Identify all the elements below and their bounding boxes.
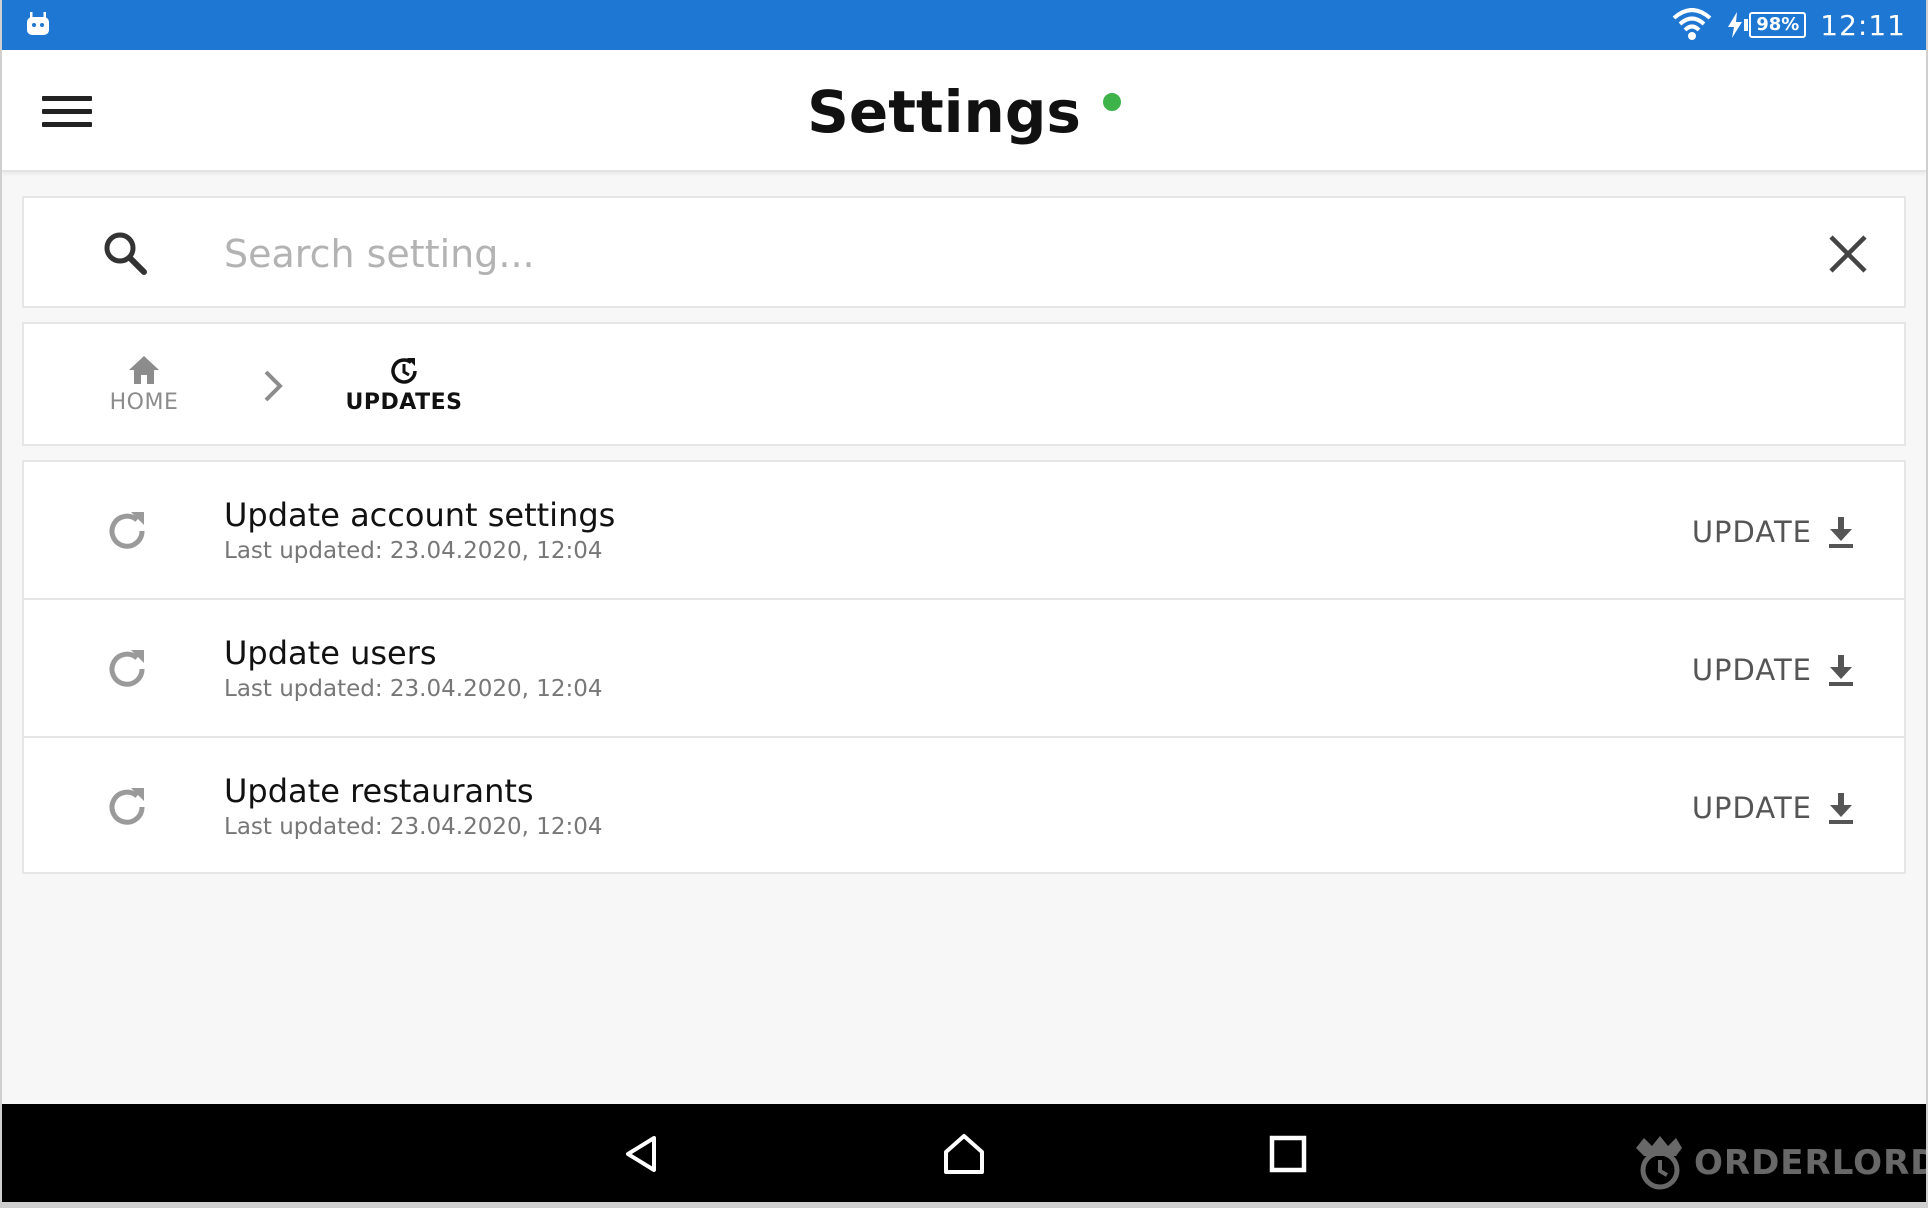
back-icon[interactable] xyxy=(620,1132,664,1176)
breadcrumb-updates[interactable]: UPDATES xyxy=(324,354,484,415)
update-button-label: UPDATE xyxy=(1691,653,1812,687)
refresh-icon xyxy=(109,650,145,687)
home-nav-icon[interactable] xyxy=(942,1132,986,1176)
update-timestamp: Last updated: 23.04.2020, 12:04 xyxy=(224,538,603,564)
update-button[interactable]: UPDATE xyxy=(1692,650,1856,690)
android-notification-icon xyxy=(27,12,49,35)
system-navigation-bar: ORDERLORD xyxy=(2,1104,1926,1202)
battery-percent: 98% xyxy=(1749,12,1807,38)
download-icon xyxy=(1829,793,1853,824)
charging-icon xyxy=(1728,12,1743,38)
breadcrumb-updates-label: UPDATES xyxy=(345,390,463,415)
battery-indicator: 98% xyxy=(1726,11,1807,39)
list-item: Update restaurants Last updated: 23.04.2… xyxy=(24,738,1904,876)
breadcrumb-home[interactable]: HOME xyxy=(84,354,204,415)
device-bezel xyxy=(2,1202,1926,1208)
close-icon[interactable] xyxy=(1826,232,1870,276)
search-input[interactable] xyxy=(224,226,1724,282)
refresh-icon xyxy=(109,512,145,549)
update-timestamp: Last updated: 23.04.2020, 12:04 xyxy=(224,676,603,702)
update-button-label: UPDATE xyxy=(1691,515,1812,549)
status-bar: 98% 12:11 xyxy=(2,0,1926,50)
online-status-dot xyxy=(1102,92,1121,111)
search-bar xyxy=(22,196,1906,308)
page-title-text: Settings xyxy=(807,78,1081,146)
updates-list: Update account settings Last updated: 23… xyxy=(22,460,1906,874)
page-title: Settings xyxy=(2,78,1926,146)
update-timestamp: Last updated: 23.04.2020, 12:04 xyxy=(224,814,603,840)
list-item: Update account settings Last updated: 23… xyxy=(24,462,1904,600)
update-title: Update account settings xyxy=(224,496,616,534)
breadcrumb-home-label: HOME xyxy=(109,390,179,415)
update-button[interactable]: UPDATE xyxy=(1692,512,1856,552)
wifi-icon xyxy=(1672,8,1712,40)
download-icon xyxy=(1829,517,1853,548)
breadcrumb: HOME UPDATES xyxy=(22,322,1906,446)
update-title: Update restaurants xyxy=(224,772,534,810)
app-header: Settings xyxy=(2,50,1926,172)
search-icon xyxy=(104,232,147,275)
crown-clock-logo-icon xyxy=(1636,1136,1682,1190)
tablet-screen: 98% 12:11 Settings Search setting... HOM… xyxy=(0,0,1928,1208)
update-history-icon xyxy=(391,358,417,384)
download-icon xyxy=(1829,655,1853,686)
brand-name: ORDERLORD xyxy=(1694,1143,1928,1183)
clock: 12:11 xyxy=(1820,8,1906,42)
refresh-icon xyxy=(109,788,145,825)
chevron-right-icon xyxy=(264,370,283,402)
update-title: Update users xyxy=(224,634,437,672)
brand-watermark: ORDERLORD xyxy=(1630,1134,1928,1192)
recent-apps-icon[interactable] xyxy=(1266,1132,1310,1176)
home-icon xyxy=(129,356,159,384)
update-button-label: UPDATE xyxy=(1691,791,1812,825)
list-item: Update users Last updated: 23.04.2020, 1… xyxy=(24,600,1904,738)
update-button[interactable]: UPDATE xyxy=(1692,788,1856,828)
